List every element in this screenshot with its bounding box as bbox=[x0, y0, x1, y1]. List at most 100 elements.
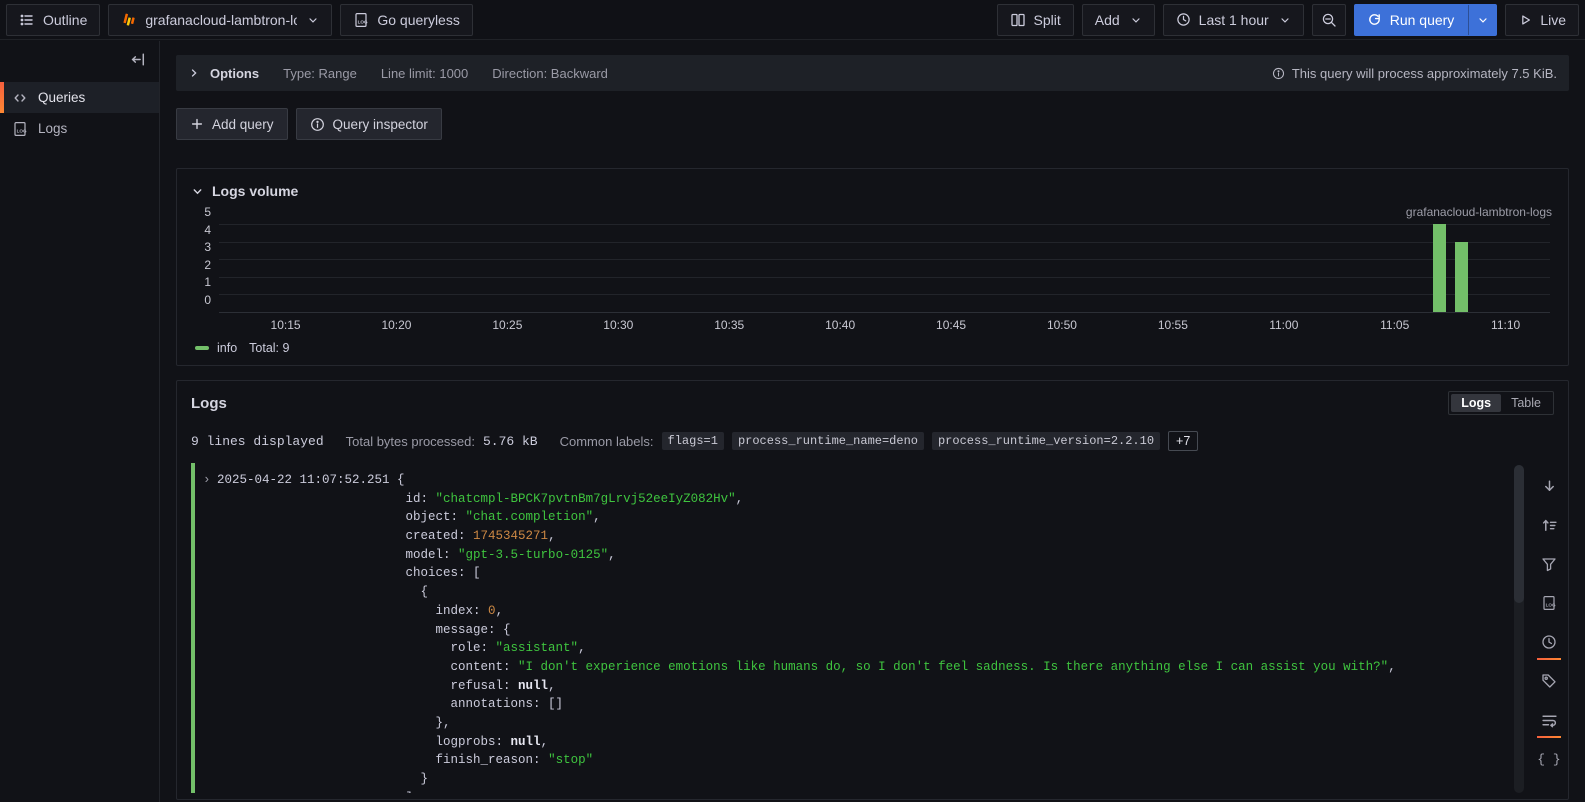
gridline bbox=[219, 259, 1550, 260]
split-button[interactable]: Split bbox=[997, 4, 1074, 36]
logs-table-toggle: Logs Table bbox=[1448, 391, 1554, 415]
zoom-out-button[interactable] bbox=[1312, 4, 1346, 36]
y-axis-tick: 2 bbox=[191, 258, 211, 272]
log-line[interactable]: choices: [ bbox=[203, 564, 1508, 583]
x-axis-tick: 10:40 bbox=[825, 318, 855, 332]
top-toolbar: Outline grafanacloud-lambtron-logs bbox=[0, 0, 1585, 40]
logs-title: Logs bbox=[191, 395, 227, 412]
filter-icon[interactable] bbox=[1534, 549, 1564, 579]
y-axis-tick: 1 bbox=[191, 275, 211, 289]
log-entry[interactable]: ›2025-04-22 11:07:52.251 {id: "chatcmpl-… bbox=[191, 463, 1508, 793]
logs-icon-rail: LOG { } bbox=[1530, 463, 1568, 793]
scrollbar-thumb[interactable] bbox=[1514, 465, 1524, 603]
chevron-down-icon bbox=[307, 14, 319, 26]
log-line[interactable]: { bbox=[203, 583, 1508, 602]
gridline bbox=[219, 294, 1550, 295]
wrap-lines-icon[interactable] bbox=[1534, 705, 1564, 735]
toggle-logs[interactable]: Logs bbox=[1451, 394, 1501, 412]
run-query-button[interactable]: Run query bbox=[1354, 4, 1498, 36]
query-size-estimate: This query will process approximately 7.… bbox=[1292, 66, 1557, 81]
sidebar-item-label: Queries bbox=[38, 90, 85, 105]
sidebar-item-queries[interactable]: Queries bbox=[0, 82, 159, 113]
legend-total: Total: 9 bbox=[249, 341, 289, 355]
log-line[interactable]: model: "gpt-3.5-turbo-0125", bbox=[203, 546, 1508, 565]
total-bytes-value: 5.76 kB bbox=[483, 434, 538, 449]
x-axis-tick: 10:30 bbox=[603, 318, 633, 332]
gridline bbox=[219, 242, 1550, 243]
log-line[interactable]: id: "chatcmpl-BPCK7pvtnBm7gLrvj52eeIyZ08… bbox=[203, 490, 1508, 509]
x-axis-tick: 10:45 bbox=[936, 318, 966, 332]
query-options-bar[interactable]: Options Type: Range Line limit: 1000 Dir… bbox=[176, 55, 1569, 91]
zoom-out-icon bbox=[1321, 12, 1337, 28]
x-axis-tick: 10:35 bbox=[714, 318, 744, 332]
tags-icon[interactable] bbox=[1534, 666, 1564, 696]
y-axis-tick: 0 bbox=[191, 293, 211, 307]
svg-text:LOG: LOG bbox=[358, 19, 368, 24]
sidebar-item-logs[interactable]: LOG Logs bbox=[0, 113, 159, 144]
scroll-to-bottom-icon[interactable] bbox=[1534, 471, 1564, 501]
json-braces-icon[interactable]: { } bbox=[1534, 744, 1564, 774]
expand-log-chevron-icon[interactable]: › bbox=[203, 471, 217, 490]
outline-button[interactable]: Outline bbox=[6, 4, 100, 36]
log-details-icon[interactable]: LOG bbox=[1534, 588, 1564, 618]
run-query-label: Run query bbox=[1390, 12, 1459, 28]
x-axis-tick: 10:20 bbox=[381, 318, 411, 332]
add-label: Add bbox=[1095, 12, 1120, 28]
datasource-picker[interactable]: grafanacloud-lambtron-logs bbox=[108, 4, 332, 36]
log-line[interactable]: ›2025-04-22 11:07:52.251 { bbox=[203, 471, 1508, 490]
live-button[interactable]: Live bbox=[1505, 4, 1579, 36]
play-icon bbox=[1518, 13, 1532, 27]
log-line[interactable]: }, bbox=[203, 714, 1508, 733]
common-label-chip: process_runtime_name=deno bbox=[732, 432, 924, 450]
chevron-down-icon bbox=[1279, 14, 1291, 26]
run-query-dropdown[interactable] bbox=[1468, 5, 1496, 35]
log-line[interactable]: object: "chat.completion", bbox=[203, 508, 1508, 527]
log-line[interactable]: annotations: [] bbox=[203, 695, 1508, 714]
logs-scrollbar[interactable] bbox=[1514, 465, 1524, 793]
split-columns-icon bbox=[1010, 12, 1026, 28]
add-query-button[interactable]: Add query bbox=[176, 108, 288, 140]
log-line[interactable]: logprobs: null, bbox=[203, 733, 1508, 752]
log-line[interactable]: } bbox=[203, 770, 1508, 789]
x-axis-tick: 10:55 bbox=[1158, 318, 1188, 332]
log-line[interactable]: refusal: null, bbox=[203, 677, 1508, 696]
list-outline-icon bbox=[19, 12, 35, 28]
datasource-name: grafanacloud-lambtron-logs bbox=[145, 12, 297, 28]
log-line[interactable]: message: { bbox=[203, 621, 1508, 640]
y-axis-tick: 4 bbox=[191, 223, 211, 237]
add-dropdown-button[interactable]: Add bbox=[1082, 4, 1155, 36]
legend-series-label[interactable]: info bbox=[217, 341, 237, 355]
log-line[interactable]: finish_reason: "stop" bbox=[203, 751, 1508, 770]
options-title: Options bbox=[210, 66, 259, 81]
show-time-icon[interactable] bbox=[1534, 627, 1564, 657]
common-labels-list: flags=1process_runtime_name=denoprocess_… bbox=[662, 432, 1161, 450]
y-axis-tick: 3 bbox=[191, 240, 211, 254]
series-label: grafanacloud-lambtron-logs bbox=[191, 205, 1554, 223]
go-queryless-button[interactable]: LOG Go queryless bbox=[340, 4, 472, 36]
plus-icon bbox=[190, 117, 204, 131]
query-inspector-label: Query inspector bbox=[333, 117, 428, 132]
time-range-picker[interactable]: Last 1 hour bbox=[1163, 4, 1304, 36]
collapse-sidebar-button[interactable] bbox=[130, 51, 147, 68]
common-label-chip: flags=1 bbox=[662, 432, 724, 450]
logs-volume-chart[interactable]: 012345 bbox=[219, 225, 1550, 313]
code-brackets-icon bbox=[12, 90, 28, 106]
log-line[interactable]: index: 0, bbox=[203, 602, 1508, 621]
legend-swatch bbox=[195, 346, 209, 350]
x-axis-tick: 11:10 bbox=[1491, 318, 1520, 332]
volume-bar[interactable] bbox=[1455, 242, 1468, 312]
collapse-logs-volume-button[interactable] bbox=[191, 185, 204, 198]
query-inspector-button[interactable]: Query inspector bbox=[296, 108, 442, 140]
toggle-table[interactable]: Table bbox=[1501, 394, 1551, 412]
split-label: Split bbox=[1034, 12, 1061, 28]
info-circle-icon bbox=[1272, 67, 1285, 80]
log-line[interactable]: created: 1745345271, bbox=[203, 527, 1508, 546]
more-labels-button[interactable]: +7 bbox=[1168, 431, 1198, 451]
volume-bar[interactable] bbox=[1433, 224, 1446, 312]
live-label: Live bbox=[1540, 12, 1566, 28]
sort-order-icon[interactable] bbox=[1534, 510, 1564, 540]
logs-volume-title: Logs volume bbox=[212, 183, 298, 199]
log-line[interactable]: content: "I don't experience emotions li… bbox=[203, 658, 1508, 677]
log-line[interactable]: ], bbox=[203, 789, 1508, 793]
log-line[interactable]: role: "assistant", bbox=[203, 639, 1508, 658]
